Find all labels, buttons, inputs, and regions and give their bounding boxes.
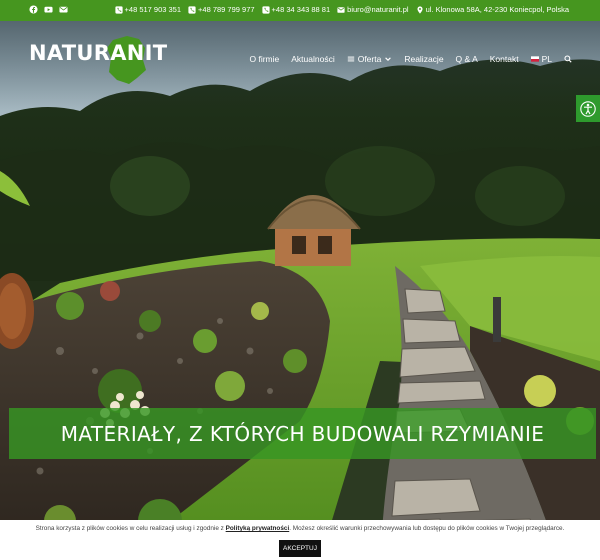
facebook-icon[interactable] <box>29 5 38 15</box>
hero-section <box>0 21 600 560</box>
top-contact-bar: +48 517 903 351 +48 789 799 977 +48 34 3… <box>0 0 600 21</box>
youtube-icon[interactable] <box>44 5 53 15</box>
phone-icon <box>114 5 123 14</box>
chevron-down-icon <box>385 57 392 61</box>
search-icon <box>564 55 572 63</box>
phone-2[interactable]: +48 789 799 977 <box>188 5 255 14</box>
poland-flag-icon <box>530 56 539 62</box>
phone-3[interactable]: +48 34 343 88 81 <box>261 5 330 14</box>
email-link[interactable]: biuro@naturanit.pl <box>337 5 409 14</box>
language-switch[interactable]: PL <box>530 54 552 64</box>
cookie-bar: Strona korzysta z plików cookies w celu … <box>0 520 600 560</box>
social-links <box>29 5 68 15</box>
address: ul. Klonowa 58A, 42-230 Koniecpol, Polsk… <box>416 5 569 14</box>
privacy-policy-link[interactable]: Polityką prywatności <box>226 525 290 532</box>
nav-oferta[interactable]: Oferta <box>347 54 393 64</box>
accessibility-icon <box>580 100 596 117</box>
nav-o-firmie[interactable]: O firmie <box>249 54 279 64</box>
map-pin-icon <box>417 5 423 14</box>
nav-kontakt[interactable]: Kontakt <box>490 54 519 64</box>
main-nav: O firmie Aktualności Oferta Realizacje Q… <box>249 54 572 64</box>
phone-icon <box>261 5 270 14</box>
accessibility-button[interactable] <box>576 95 600 122</box>
phone-icon <box>188 5 196 14</box>
hero-title: MATERIAŁY, Z KTÓRYCH BUDOWALI RZYMIANIE <box>60 421 545 446</box>
garden-photo <box>0 21 600 560</box>
cookie-text: Strona korzysta z plików cookies w celu … <box>35 525 565 532</box>
site-logo[interactable]: NATURANIT <box>29 34 167 86</box>
hero-banner: MATERIAŁY, Z KTÓRYCH BUDOWALI RZYMIANIE <box>9 408 596 459</box>
nav-realizacje[interactable]: Realizacje <box>404 54 443 64</box>
logo-text: NATURANIT <box>29 41 168 65</box>
contact-list: +48 517 903 351 +48 789 799 977 +48 34 3… <box>114 5 569 14</box>
search-button[interactable] <box>564 55 572 63</box>
envelope-icon <box>337 6 345 13</box>
nav-aktualnosci[interactable]: Aktualności <box>291 54 334 64</box>
cookie-accept-button[interactable]: AKCEPTUJ <box>279 540 321 557</box>
email-icon[interactable] <box>59 5 68 15</box>
menu-icon <box>347 56 354 62</box>
phone-1[interactable]: +48 517 903 351 <box>114 5 181 14</box>
nav-qa[interactable]: Q & A <box>456 54 478 64</box>
